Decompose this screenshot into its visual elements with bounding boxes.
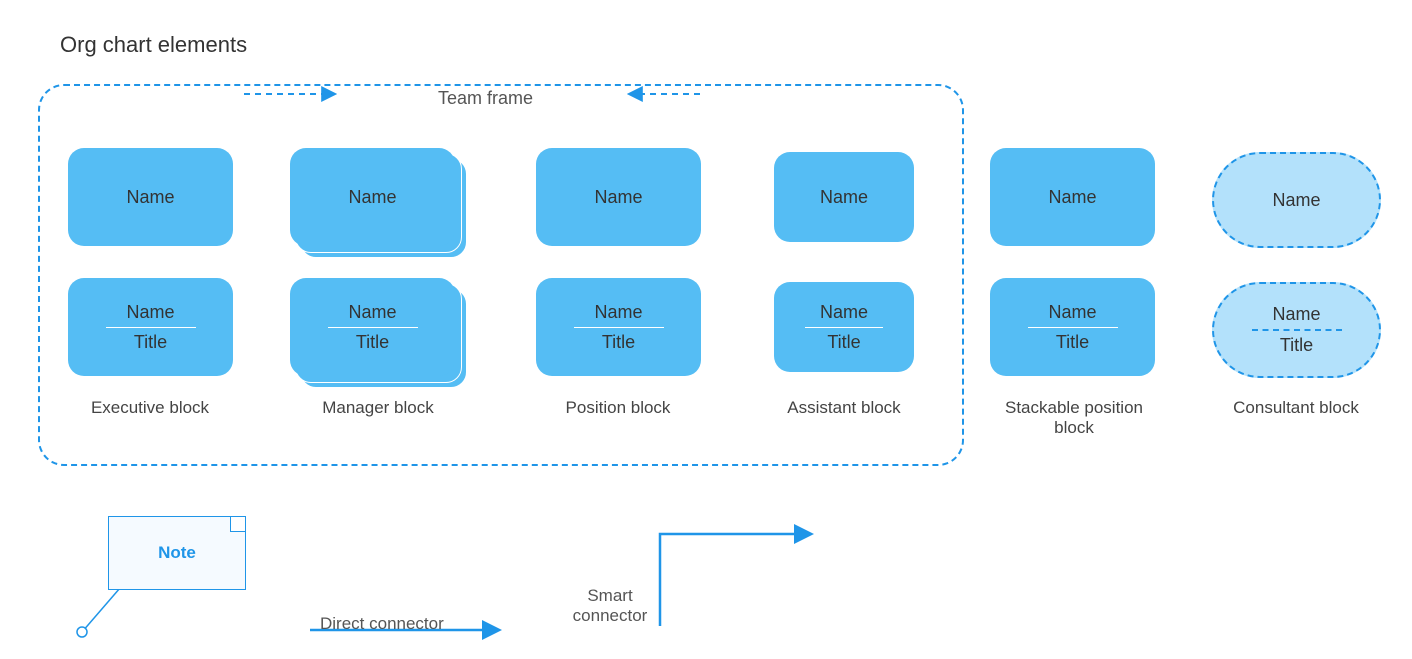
team-frame-label: Team frame [438,88,533,109]
direct-connector-label: Direct connector [320,614,444,634]
title-label: Title [827,332,860,353]
title-label: Title [134,332,167,353]
consultant-block-name[interactable]: Name [1212,152,1381,248]
name-label: Name [1272,190,1320,211]
name-label: Name [820,187,868,208]
name-label: Name [126,187,174,208]
title-label: Title [1280,335,1313,356]
note-fold-icon [230,517,245,532]
manager-block-stack-name[interactable]: Name [290,148,455,246]
assistant-block-name-title[interactable]: Name Title [774,282,914,372]
consultant-block-name-title[interactable]: Name Title [1212,282,1381,378]
smart-connector-label: Smart connector [560,586,660,626]
page-title: Org chart elements [60,32,247,58]
caption-assistant: Assistant block [754,398,934,418]
note-label: Note [158,543,196,563]
name-label: Name [348,187,396,208]
note-shape[interactable]: Note [108,516,246,590]
title-label: Title [602,332,635,353]
manager-block-stack-name-title[interactable]: Name Title [290,278,455,376]
caption-consultant: Consultant block [1206,398,1386,418]
position-block-name-title[interactable]: Name Title [536,278,701,376]
name-label: Name [820,302,868,323]
name-label: Name [1048,187,1096,208]
executive-block-name[interactable]: Name [68,148,233,246]
name-label: Name [1272,304,1320,325]
name-label: Name [594,302,642,323]
name-label: Name [126,302,174,323]
executive-block-name-title[interactable]: Name Title [68,278,233,376]
name-label: Name [1048,302,1096,323]
caption-executive: Executive block [60,398,240,418]
assistant-block-name[interactable]: Name [774,152,914,242]
stackable-block-name-title[interactable]: Name Title [990,278,1155,376]
title-label: Title [356,332,389,353]
name-label: Name [594,187,642,208]
caption-stackable: Stackable position block [984,398,1164,438]
position-block-name[interactable]: Name [536,148,701,246]
name-label: Name [348,302,396,323]
caption-position: Position block [528,398,708,418]
title-label: Title [1056,332,1089,353]
stackable-block-name[interactable]: Name [990,148,1155,246]
caption-manager: Manager block [288,398,468,418]
